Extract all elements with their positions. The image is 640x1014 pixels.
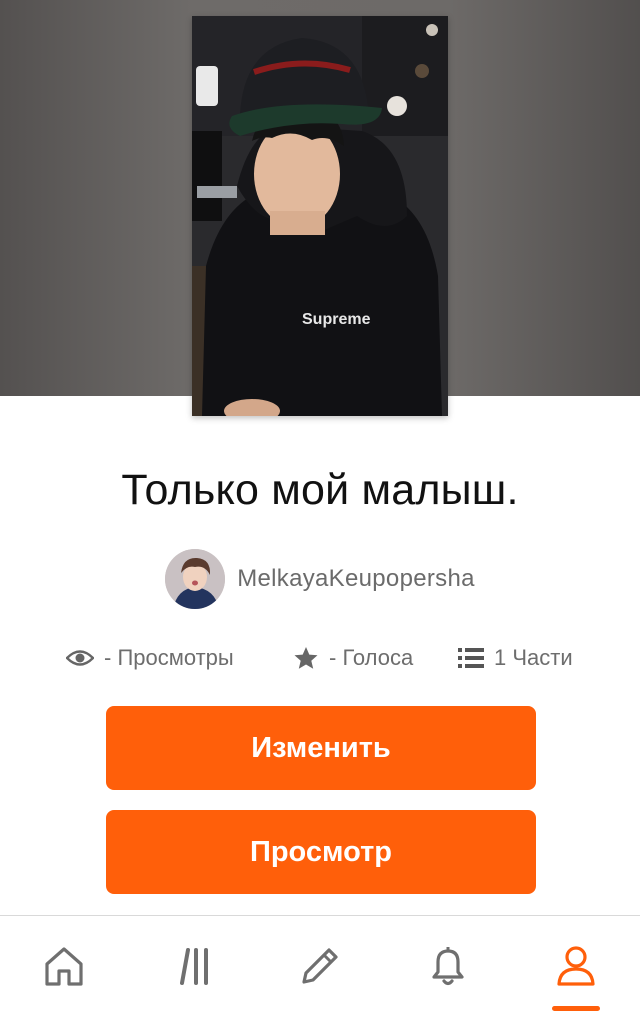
library-icon (180, 947, 208, 985)
votes-label: - Голоса (329, 645, 414, 670)
cover-photo: Supreme (192, 16, 448, 416)
nav-write[interactable] (256, 916, 384, 1014)
author-avatar[interactable] (165, 549, 226, 609)
active-tab-indicator (552, 1006, 600, 1011)
pencil-icon (302, 947, 338, 984)
nav-home[interactable] (0, 916, 128, 1014)
votes-stat: - Голоса (293, 640, 413, 676)
author-name[interactable]: MelkayaKeupopersha (237, 565, 475, 593)
bottom-navigation (0, 915, 640, 1014)
avatar-photo (165, 549, 226, 609)
nav-profile[interactable] (512, 916, 640, 1014)
profile-icon (557, 945, 595, 986)
edit-button[interactable]: Изменить (106, 706, 536, 790)
views-label: - Просмотры (104, 645, 234, 670)
parts-label: 1 Части (494, 645, 573, 670)
cover-hoodie-logo: Supreme (302, 311, 371, 328)
list-icon (458, 648, 484, 668)
star-icon (294, 647, 318, 669)
views-stat: - Просмотры (66, 640, 234, 676)
bell-icon (432, 946, 464, 985)
nav-library[interactable] (128, 916, 256, 1014)
story-title: Только мой малыш. (121, 466, 519, 514)
home-icon (45, 946, 83, 986)
story-cover-image[interactable]: Supreme (192, 16, 448, 416)
story-stats: - Просмотры - Голоса 1 Части (0, 640, 640, 676)
nav-notifications[interactable] (384, 916, 512, 1014)
preview-button[interactable]: Просмотр (106, 810, 536, 894)
eye-icon (66, 650, 94, 666)
author-row[interactable]: MelkayaKeupopersha (0, 548, 640, 610)
parts-stat: 1 Части (458, 640, 573, 676)
